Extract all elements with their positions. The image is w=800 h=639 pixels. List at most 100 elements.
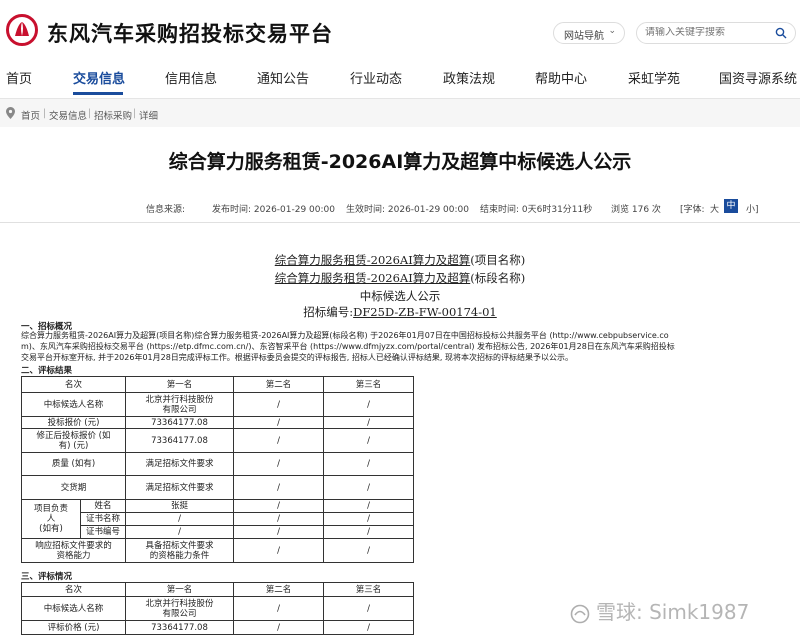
breadcrumb-separator: | — [88, 108, 92, 119]
table-cell: 满足招标文件要求 — [125, 452, 234, 476]
table-cell: / — [233, 475, 324, 500]
search-icon[interactable] — [775, 27, 787, 39]
active-nav-indicator — [73, 92, 123, 95]
nav-item-notices[interactable]: 通知公告 — [257, 68, 309, 87]
table-cell: / — [233, 596, 324, 621]
table-cell: / — [233, 538, 324, 563]
table-cell-line: 的资格能力条件 — [149, 550, 210, 561]
table-row: 证书编号 / / / — [22, 525, 414, 539]
table-cell: / — [233, 452, 324, 476]
table-cell: / — [233, 428, 324, 453]
nav-item-credit-info[interactable]: 信用信息 — [165, 68, 217, 87]
section-name: 综合算力服务租赁-2026AI算力及超算 — [274, 271, 471, 285]
location-pin-icon — [6, 107, 15, 119]
nav-item-academy[interactable]: 采虹学苑 — [628, 68, 680, 87]
table-header: 第二名 — [233, 376, 324, 393]
table-cell-line: (如有) — [39, 524, 63, 534]
table-cell-line: 资格能力 — [56, 550, 91, 561]
table-cell: / — [323, 392, 414, 417]
table-cell: / — [323, 475, 414, 500]
font-size-medium[interactable]: 中 — [724, 199, 738, 213]
table-cell: / — [233, 392, 324, 417]
info-source: 信息来源: — [146, 205, 186, 215]
info-end-time: 结束时间: 0天6时31分11秒 — [480, 205, 593, 215]
table-row: 投标报价 (元) 73364177.08 / / — [21, 416, 414, 429]
project-name-suffix: (项目名称) — [470, 253, 526, 267]
document-body: 综合算力服务租赁-2026AI算力及超算(项目名称) 综合算力服务租赁-2026… — [0, 228, 800, 639]
section-heading-results: 二、评标结果 — [21, 366, 73, 376]
table-row: 修正后投标报价 (如 有) (元) 73364177.08 / / — [21, 428, 414, 453]
dongfeng-logo-icon[interactable] — [6, 14, 38, 46]
table-cell: / — [323, 416, 414, 429]
table-row: 评标价格 (元) 73364177.08 / / — [21, 620, 414, 635]
main-nav: 首页 交易信息 信用信息 通知公告 行业动态 政策法规 帮助中心 采虹学苑 国资… — [0, 62, 800, 99]
nav-item-help[interactable]: 帮助中心 — [535, 68, 587, 87]
table-row: 响应招标文件要求的 资格能力 具备招标文件要求 的资格能力条件 / / — [21, 538, 414, 563]
bid-number: DF25D-ZB-FW-00174-01 — [353, 305, 497, 319]
nav-item-home[interactable]: 首页 — [6, 68, 32, 87]
table-cell: / — [323, 596, 414, 621]
table-cell: 张挺 — [125, 499, 234, 513]
breadcrumb-home[interactable]: 首页 — [21, 108, 40, 122]
table-cell: 修正后投标报价 (如 有) (元) — [21, 428, 126, 453]
table-cell: / — [233, 416, 324, 429]
search-input[interactable] — [645, 27, 765, 38]
overview-paragraph-line2: m)、东风汽车采购招投标交易平台 (https://etp.dfmc.com.c… — [21, 342, 675, 351]
section-heading-evaluation: 三、评标情况 — [21, 572, 73, 582]
watermark: 雪球: Simk1987 — [570, 596, 749, 625]
nav-item-policies[interactable]: 政策法规 — [443, 68, 495, 87]
font-size-large[interactable]: 大 — [710, 202, 719, 215]
table-cell: / — [125, 525, 234, 539]
bid-number-label: 招标编号: — [303, 305, 354, 319]
font-size-small[interactable]: 小] — [746, 202, 759, 215]
project-name: 综合算力服务租赁-2026AI算力及超算 — [274, 253, 471, 267]
table-row: 名次 第一名 第二名 第三名 — [21, 376, 414, 393]
font-size-label: [字体: — [680, 205, 705, 215]
table-cell-line: 北京并行科技股份 — [145, 598, 214, 609]
table-cell: / — [323, 499, 414, 513]
site-title[interactable]: 东风汽车采购招投标交易平台 — [47, 18, 333, 48]
table-cell: 北京并行科技股份 有限公司 — [125, 596, 234, 621]
table-header: 第二名 — [233, 582, 324, 597]
table-cell: / — [233, 525, 324, 539]
breadcrumb: 首页 | 交易信息 | 招标采购 | 详细 — [0, 99, 800, 127]
site-nav-dropdown-label: 网站导航 — [564, 31, 604, 42]
divider — [0, 222, 800, 223]
evaluation-table: 名次 第一名 第二名 第三名 中标候选人名称 北京并行科技股份 有限公司 / / … — [21, 582, 414, 635]
table-cell: 中标候选人名称 — [21, 392, 126, 417]
table-cell: 交货期 — [21, 475, 126, 500]
table-cell: 73364177.08 — [125, 416, 234, 429]
table-cell-line: 修正后投标报价 (如 — [36, 430, 111, 441]
table-cell: / — [323, 428, 414, 453]
nav-item-sourcing-system[interactable]: 国资寻源系统 — [719, 68, 797, 87]
table-cell-line: 响应招标文件要求的 — [35, 540, 112, 551]
breadcrumb-separator: | — [133, 108, 137, 119]
site-nav-dropdown[interactable]: 网站导航 ⌄ — [553, 22, 625, 44]
table-cell-line: 有) (元) — [58, 440, 89, 451]
table-header: 名次 — [21, 376, 126, 393]
nav-item-trade-info[interactable]: 交易信息 — [73, 68, 125, 87]
table-cell-line: 北京并行科技股份 — [145, 394, 214, 405]
section-name-suffix: (标段名称) — [470, 271, 526, 285]
results-table: 名次 第一名 第二名 第三名 中标候选人名称 北京并行科技股份 有限公司 / / … — [21, 376, 414, 563]
table-cell: 满足招标文件要求 — [125, 475, 234, 500]
table-cell: / — [323, 452, 414, 476]
page-title: 综合算力服务租赁-2026AI算力及超算中标候选人公示 — [168, 151, 632, 173]
breadcrumb-trade-info[interactable]: 交易信息 — [49, 108, 87, 122]
breadcrumb-tender[interactable]: 招标采购 — [94, 108, 132, 122]
table-header: 名次 — [21, 582, 126, 597]
table-row: 证书名称 / / / — [22, 512, 414, 526]
table-cell: 中标候选人名称 — [21, 596, 126, 621]
site-header: 东风汽车采购招投标交易平台 网站导航 ⌄ — [0, 0, 800, 63]
table-cell: 73364177.08 — [125, 620, 234, 635]
table-row: 中标候选人名称 北京并行科技股份 有限公司 / / — [21, 596, 414, 621]
nav-item-industry-news[interactable]: 行业动态 — [350, 68, 402, 87]
breadcrumb-detail: 详细 — [139, 111, 159, 122]
search-box — [636, 22, 796, 44]
table-row: 名次 第一名 第二名 第三名 — [21, 582, 414, 597]
table-cell-line: 项目负责 — [33, 504, 68, 514]
table-row: 中标候选人名称 北京并行科技股份 有限公司 / / — [21, 392, 414, 417]
notice-title: 中标候选人公示 — [359, 289, 441, 303]
table-cell: 响应招标文件要求的 资格能力 — [21, 538, 126, 563]
table-cell: 投标报价 (元) — [21, 416, 126, 429]
